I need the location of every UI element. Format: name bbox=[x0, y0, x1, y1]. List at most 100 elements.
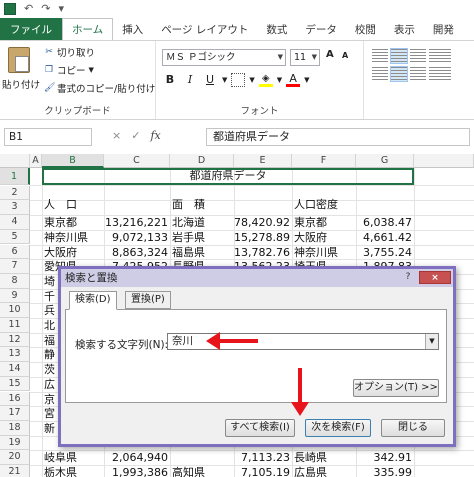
undo-icon[interactable]: ↶ bbox=[24, 3, 33, 15]
underline-button[interactable]: U bbox=[202, 72, 218, 88]
paste-button[interactable]: 貼り付け bbox=[2, 77, 40, 91]
row-header-1[interactable]: 1 bbox=[0, 168, 30, 185]
tab-formulas[interactable]: 数式 bbox=[257, 18, 296, 40]
dialog-title: 検索と置換 bbox=[65, 272, 118, 284]
cell-partial-pref: 福 bbox=[44, 333, 55, 347]
row-header-21[interactable]: 21 bbox=[0, 465, 30, 477]
tab-developer[interactable]: 開発 bbox=[424, 18, 463, 40]
tab-insert[interactable]: 挿入 bbox=[113, 18, 152, 40]
chevron-down-icon[interactable]: ▼ bbox=[222, 76, 227, 84]
fill-color-icon[interactable]: ◈ bbox=[258, 73, 273, 87]
chevron-down-icon[interactable]: ▼ bbox=[425, 334, 438, 349]
column-header-f[interactable]: F bbox=[292, 154, 356, 168]
row-header-7[interactable]: 7 bbox=[0, 259, 30, 274]
row-header-12[interactable]: 12 bbox=[0, 332, 30, 348]
cell-density-value: 3,755.24 bbox=[363, 245, 412, 259]
row-header-6[interactable]: 6 bbox=[0, 244, 30, 260]
font-name-select[interactable]: ＭＳ Ｐゴシック ▼ bbox=[162, 49, 286, 66]
enter-icon[interactable]: ✓ bbox=[131, 129, 140, 142]
cut-button[interactable]: ✂ 切り取り bbox=[44, 45, 95, 59]
tab-review[interactable]: 校閲 bbox=[346, 18, 385, 40]
cell-density-pref: 長崎県 bbox=[294, 451, 327, 465]
close-button[interactable]: 閉じる bbox=[381, 419, 445, 437]
row-header-5[interactable]: 5 bbox=[0, 229, 30, 245]
row-header-17[interactable]: 17 bbox=[0, 406, 30, 421]
align-left-icon[interactable] bbox=[372, 67, 388, 81]
tab-data[interactable]: データ bbox=[296, 18, 346, 40]
font-color-icon[interactable]: A bbox=[286, 73, 301, 87]
column-header-e[interactable]: E bbox=[234, 154, 292, 168]
search-input-value: 奈川 bbox=[172, 335, 193, 347]
tab-replace[interactable]: 置換(P) bbox=[125, 291, 171, 309]
row-header-8[interactable]: 8 bbox=[0, 273, 30, 289]
dialog-close-x-button[interactable]: × bbox=[419, 271, 451, 284]
find-next-button[interactable]: 次を検索(F) bbox=[305, 419, 371, 437]
cell-density-pref: 神奈川県 bbox=[294, 245, 338, 259]
align-right-icon[interactable] bbox=[410, 67, 426, 81]
column-header-c[interactable]: C bbox=[104, 154, 170, 168]
shrink-font-button[interactable]: A bbox=[342, 51, 348, 60]
row-header-13[interactable]: 13 bbox=[0, 347, 30, 363]
cell-partial-pref: 兵 bbox=[44, 304, 55, 318]
row-header-19[interactable]: 19 bbox=[0, 435, 30, 451]
tab-home[interactable]: ホーム bbox=[62, 18, 114, 40]
align-bottom-icon[interactable] bbox=[410, 49, 426, 63]
row-header-20[interactable]: 20 bbox=[0, 450, 30, 465]
tab-search[interactable]: 検索(D) bbox=[69, 291, 117, 310]
insert-function-icon[interactable]: fx bbox=[150, 129, 160, 142]
chevron-down-icon: ▼ bbox=[88, 66, 94, 74]
options-button[interactable]: オプション(T) >> bbox=[353, 379, 439, 397]
copy-button[interactable]: ❐ コピー ▼ bbox=[44, 63, 94, 77]
dialog-title-bar[interactable]: 検索と置換 bbox=[61, 269, 453, 287]
column-header-d[interactable]: D bbox=[170, 154, 234, 168]
tab-file[interactable]: ファイル bbox=[0, 18, 62, 40]
cut-label: 切り取り bbox=[57, 48, 96, 59]
column-gridline bbox=[42, 168, 43, 477]
chevron-down-icon[interactable]: ▼ bbox=[277, 76, 282, 84]
tab-page-layout[interactable]: ページ レイアウト bbox=[152, 18, 257, 40]
cell-population-value: 1,993,386 bbox=[112, 466, 168, 477]
copy-label: コピー bbox=[57, 66, 86, 77]
chevron-down-icon[interactable]: ▼ bbox=[249, 76, 254, 84]
bold-button[interactable]: B bbox=[162, 72, 178, 88]
row-header-15[interactable]: 15 bbox=[0, 376, 30, 392]
chevron-down-icon[interactable]: ▼ bbox=[304, 76, 309, 84]
help-button[interactable]: ? bbox=[401, 271, 415, 284]
brush-icon: 🖌 bbox=[44, 83, 56, 93]
orientation-icon[interactable] bbox=[429, 49, 451, 63]
row-header-2[interactable]: 2 bbox=[0, 185, 30, 201]
formula-input[interactable]: 都道府県データ bbox=[206, 128, 470, 146]
font-size-select[interactable]: 11 ▼ bbox=[290, 49, 320, 66]
redo-icon[interactable]: ↷ bbox=[41, 3, 50, 15]
row-header-10[interactable]: 10 bbox=[0, 303, 30, 318]
column-header-extra[interactable] bbox=[414, 154, 474, 168]
select-all-corner[interactable] bbox=[0, 154, 30, 168]
paste-icon[interactable] bbox=[8, 47, 30, 73]
find-all-button[interactable]: すべて検索(I) bbox=[225, 419, 295, 437]
name-box[interactable]: B1 bbox=[4, 128, 92, 146]
customize-icon[interactable]: ▾ bbox=[58, 3, 64, 15]
row-header-11[interactable]: 11 bbox=[0, 318, 30, 333]
cancel-icon[interactable]: × bbox=[112, 129, 121, 142]
tab-view[interactable]: 表示 bbox=[385, 18, 424, 40]
row-header-18[interactable]: 18 bbox=[0, 420, 30, 436]
chevron-down-icon: ▼ bbox=[277, 53, 283, 61]
borders-icon[interactable] bbox=[231, 73, 246, 87]
column-header-g[interactable]: G bbox=[356, 154, 414, 168]
align-middle-icon[interactable] bbox=[390, 48, 408, 64]
row-header-14[interactable]: 14 bbox=[0, 362, 30, 377]
column-header-a[interactable]: A bbox=[30, 154, 42, 168]
row-header-3[interactable]: 3 bbox=[0, 200, 30, 216]
align-top-icon[interactable] bbox=[372, 49, 388, 63]
row-header-9[interactable]: 9 bbox=[0, 288, 30, 304]
align-center-icon[interactable] bbox=[390, 66, 408, 82]
cell-partial-pref: 茨 bbox=[44, 363, 55, 377]
column-header-b[interactable]: B bbox=[42, 154, 104, 168]
format-painter-button[interactable]: 🖌 書式のコピー/貼り付け bbox=[44, 81, 155, 95]
row-header-4[interactable]: 4 bbox=[0, 215, 30, 230]
indent-icon[interactable] bbox=[429, 67, 451, 81]
italic-button[interactable]: I bbox=[182, 72, 198, 88]
grow-font-button[interactable]: A bbox=[326, 49, 334, 60]
save-icon[interactable] bbox=[4, 3, 16, 15]
row-header-16[interactable]: 16 bbox=[0, 391, 30, 407]
